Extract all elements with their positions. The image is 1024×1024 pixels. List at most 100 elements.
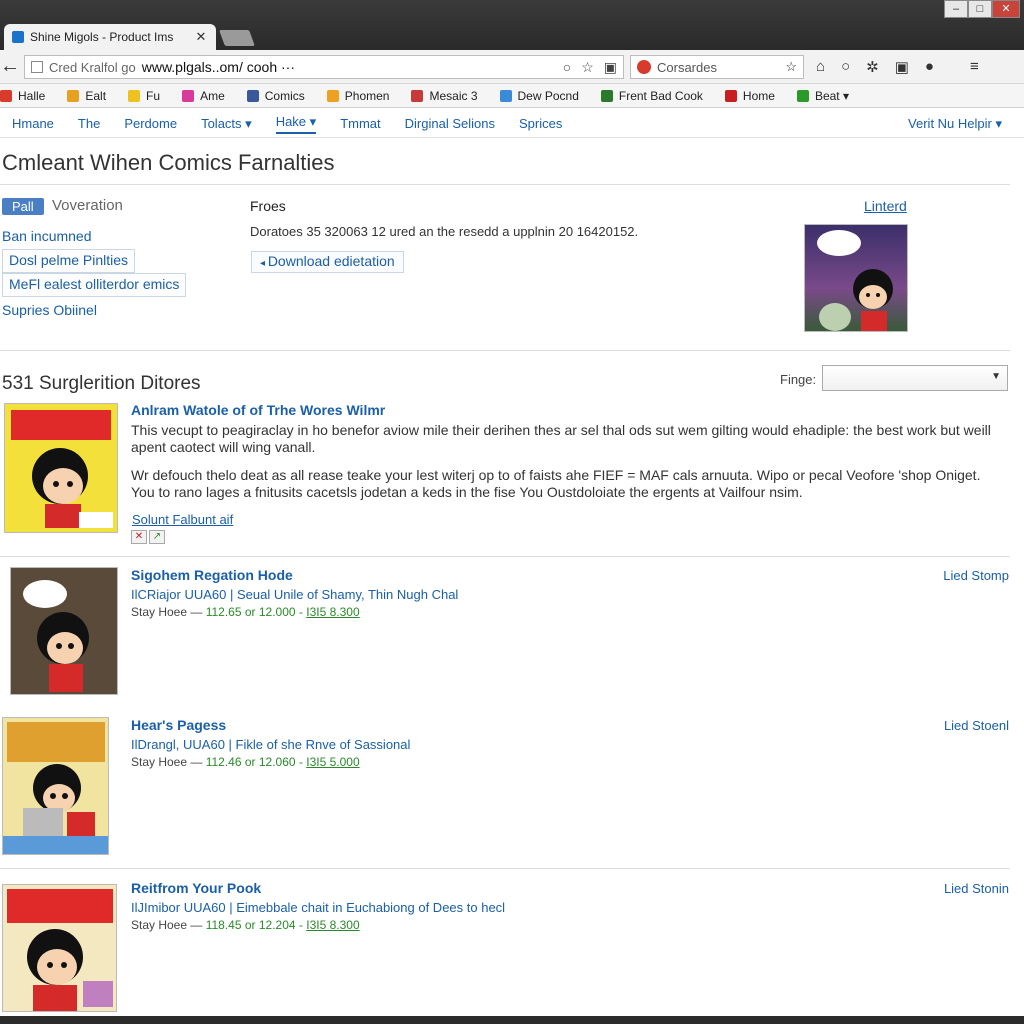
search-icon[interactable]: ○ <box>841 58 850 76</box>
download-button[interactable]: ◂ Download edietation <box>251 251 404 273</box>
status-badge: Pall <box>2 198 44 215</box>
comic-cover-image[interactable] <box>2 717 109 855</box>
user-icon[interactable]: ● <box>925 58 934 76</box>
listing-title[interactable]: Sigohem Regation Hode <box>131 567 293 583</box>
bookmark-star-icon[interactable]: ☆ <box>785 59 797 75</box>
listing-title[interactable]: Anlram Watole of of Trhe Wores Wilmr <box>131 402 385 418</box>
search-box[interactable]: Corsardes ☆ <box>630 55 804 79</box>
tab-close-icon[interactable]: ✕ <box>194 29 208 45</box>
comic-cover-art-icon <box>11 410 113 528</box>
featured-comic-image[interactable] <box>804 224 908 332</box>
extension-icon[interactable]: ▣ <box>895 58 909 76</box>
bookmark-item[interactable]: Fu <box>128 89 160 103</box>
comic-cover-image[interactable] <box>10 567 118 695</box>
home-icon[interactable]: ⌂ <box>816 58 825 76</box>
bookmark-favicon-icon <box>796 89 809 102</box>
menu-item[interactable]: Sprices <box>519 116 562 131</box>
maximize-button[interactable]: □ <box>968 0 992 18</box>
comic-character-icon <box>817 230 893 331</box>
bookmark-item[interactable]: Beat ▾ <box>796 88 849 103</box>
bookmark-item[interactable]: Phomen <box>326 88 390 103</box>
comic-cover-image[interactable] <box>4 403 118 533</box>
gear-icon[interactable]: ✲ <box>866 58 879 76</box>
search-engine-icon <box>637 60 651 74</box>
address-bar[interactable]: Cred Kralfol go www.plgals..om/ cooh ···… <box>24 55 624 79</box>
back-arrow-icon[interactable]: ← <box>0 56 22 78</box>
bookmark-label: Mesaic 3 <box>429 88 478 103</box>
supries-link[interactable]: Supries Obiinel <box>2 302 97 318</box>
bookmark-label: Phomen <box>344 88 390 103</box>
menu-item[interactable]: Perdome <box>124 116 177 131</box>
listing-link[interactable]: Solunt Falbunt aif <box>132 512 233 527</box>
bookmark-item[interactable]: Dew Pocnd <box>499 88 579 103</box>
bookmark-label: Dew Pocnd <box>517 88 579 103</box>
minimize-button[interactable]: – <box>944 0 968 18</box>
bookmark-favicon-icon <box>600 89 613 102</box>
bookmark-item[interactable]: Halle <box>0 89 45 103</box>
menu-icon[interactable]: ≡ <box>970 58 979 76</box>
window-close-button[interactable]: ✕ <box>992 0 1020 18</box>
bookmark-label: Beat ▾ <box>814 88 849 103</box>
price-label: Stay Hoee — <box>131 605 203 619</box>
status-label: Voveration <box>52 197 123 214</box>
divider <box>0 350 1010 351</box>
filter-select[interactable]: ▼ <box>822 365 1008 391</box>
bookmark-item[interactable]: Ealt <box>67 89 106 103</box>
url-text: www.plgals..om/ cooh ··· <box>141 59 295 75</box>
comic-cover-art-icon <box>3 722 108 854</box>
site-menu: Hmane The Perdome Tolacts ▾ Hake ▾ Tmmat Dirgi… <box>0 110 1024 138</box>
listing-title[interactable]: Hear's Pagess <box>131 717 226 733</box>
bookmark-label: Comics <box>264 88 305 103</box>
files-label: Froes <box>250 198 286 214</box>
divider <box>0 184 1010 185</box>
price-label: Stay Hoee — <box>131 918 203 932</box>
browser-tab[interactable]: Shine Migols - Product Ims ✕ <box>4 24 216 50</box>
menu-item[interactable]: Tolacts ▾ <box>201 116 252 132</box>
price-value: 112.46 or 12.060 - <box>205 755 303 769</box>
delete-icon[interactable]: ✕ <box>131 530 147 544</box>
price-link[interactable]: I3I5 5.000 <box>306 755 359 769</box>
menu-item[interactable]: Hmane <box>12 116 54 131</box>
bookmarks-bar: Halle Ealt Fu Ame Comics Phomen Mesaic 3 Dew Po… <box>0 84 1024 108</box>
star-icon[interactable]: ☆ <box>581 59 594 76</box>
price-value: 118.45 or 12.204 - <box>205 918 303 932</box>
bookmark-label: Ealt <box>85 88 107 103</box>
bookmark-item[interactable]: Frent Bad Cook <box>600 89 703 103</box>
price-link[interactable]: I3I5 8.300 <box>306 918 359 932</box>
comic-cover-art-icon <box>7 889 113 1011</box>
help-menu[interactable]: Verit Nu Helpir ▾ <box>908 116 1002 132</box>
listing-title[interactable]: Reitfrom Your Pook <box>131 880 261 896</box>
listing-price: Stay Hoee — 112.46 or 12.060 - I3I5 5.00… <box>131 755 360 769</box>
bookmark-item[interactable]: Mesaic 3 <box>411 88 478 103</box>
share-icon[interactable]: ↗ <box>149 530 165 544</box>
page-icon <box>31 61 43 73</box>
listing-status-link[interactable]: Lied Stonin <box>944 881 1009 896</box>
menu-item[interactable]: Hake ▾ <box>275 114 317 134</box>
bookmark-favicon-icon <box>724 89 737 102</box>
listing-status-link[interactable]: Lied Stoenl <box>944 718 1009 733</box>
menu-item[interactable]: Tmmat <box>340 116 380 131</box>
listing-price: Stay Hoee — 118.45 or 12.204 - I3I5 8.30… <box>131 918 360 932</box>
bookmark-item[interactable]: Comics <box>246 88 305 103</box>
price-link[interactable]: I3I5 8.300 <box>306 605 359 619</box>
page-action-icon[interactable]: ▣ <box>604 59 617 76</box>
penalties-button[interactable]: Dosl pelme Pinlties <box>2 249 136 273</box>
bookmark-item[interactable]: Ame <box>182 89 225 103</box>
listing-description: Wr defouch thelo deat as all rease teake… <box>131 467 981 500</box>
new-tab-button[interactable] <box>219 30 255 46</box>
bookmark-item[interactable]: Home <box>724 89 775 103</box>
price-label: Stay Hoee — <box>131 755 203 769</box>
bookmark-favicon-icon <box>246 89 259 102</box>
menu-item[interactable]: Dirginal Selions <box>405 116 495 131</box>
ban-link[interactable]: Ban incumned <box>2 228 92 244</box>
menu-item[interactable]: The <box>78 116 100 131</box>
emics-button[interactable]: MeFl ealest olliterdor emics <box>2 273 187 297</box>
listing-status-link[interactable]: Lied Stomp <box>943 568 1009 583</box>
listing-subtitle: IlJImibor UUA60 | Eimebbale chait in Euc… <box>131 900 506 915</box>
tab-favicon-icon <box>12 31 24 43</box>
linterd-link[interactable]: Linterd <box>864 198 907 214</box>
bookmark-favicon-icon <box>0 89 12 102</box>
download-label: Download edietation <box>267 253 395 269</box>
reload-icon[interactable]: ○ <box>563 59 571 76</box>
comic-cover-image[interactable] <box>2 884 117 1012</box>
